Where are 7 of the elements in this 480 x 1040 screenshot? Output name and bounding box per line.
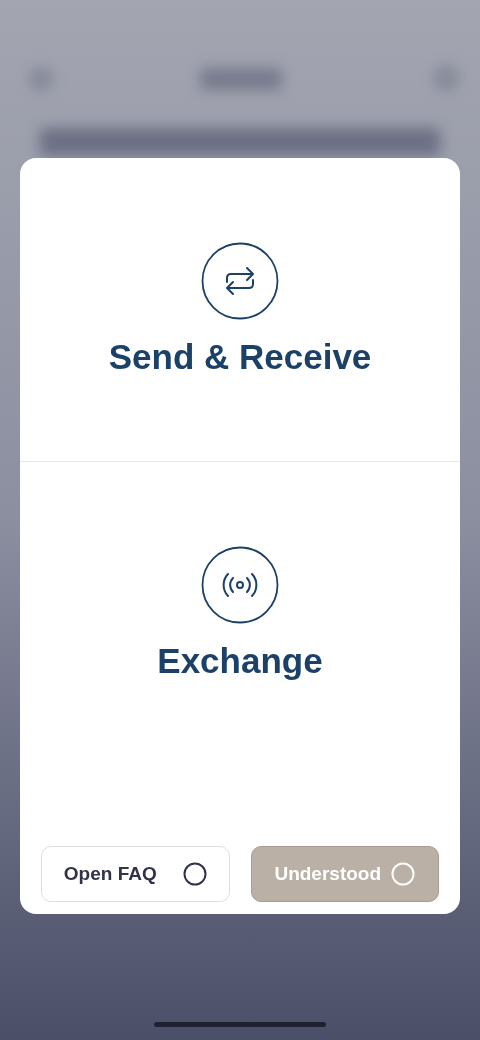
radio-circle-icon <box>391 862 416 886</box>
swap-arrows-icon <box>201 242 279 320</box>
option-title[interactable]: Exchange <box>157 640 323 682</box>
radio-circle-icon <box>182 862 207 886</box>
option-title[interactable]: Send & Receive <box>108 336 372 378</box>
signal-waves-icon <box>201 546 279 624</box>
faq-button[interactable]: Open FAQ <box>41 846 230 902</box>
